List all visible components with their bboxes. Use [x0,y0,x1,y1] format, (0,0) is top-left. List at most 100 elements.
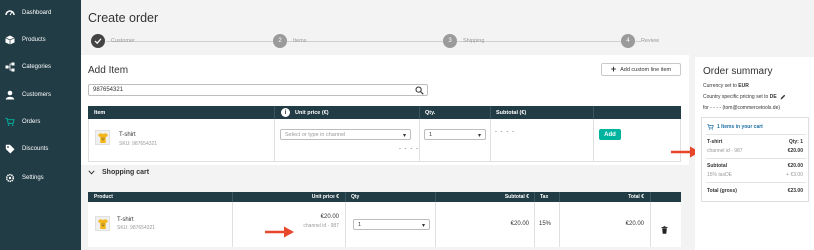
product-name: T-shirt [119,132,136,138]
divider [534,202,535,247]
summary-item-name: T-shirt [707,139,723,145]
info-icon[interactable]: i [281,108,290,117]
qty-value: 1 [429,131,433,138]
divider [419,119,420,162]
add-item-table-header: Item i Unit price (€) Qty. Subtotal (€) [88,106,681,119]
cart-icon [707,124,714,130]
add-button[interactable]: Add [599,129,621,140]
divider [232,202,233,247]
step-2-circle: 2 [273,34,287,48]
product-thumbnail [95,130,110,145]
divider [650,192,651,202]
divider [593,119,594,162]
chevron-down-icon: ▾ [402,133,406,139]
product-thumbnail [95,216,110,231]
chevron-down-icon: ▾ [477,133,481,139]
summary-item-qty: Qty: 1 [788,139,803,145]
sidebar-item-discounts[interactable]: Discounts [0,140,81,158]
user-icon [5,90,15,100]
add-custom-line-item-button[interactable]: + Add custom line item [601,63,681,76]
divider [345,192,346,202]
sidebar-item-products[interactable]: Products [0,31,81,49]
shopping-cart-toggle[interactable]: Shopping cart [88,169,149,176]
sidebar-item-customers[interactable]: Customers [0,86,81,104]
sidebar-item-dashboard[interactable]: Dashboard [0,4,81,22]
divider [559,192,560,202]
step-3-label: Shipping [463,38,485,44]
cart-subtotal: €20.00 [510,221,529,227]
search-input[interactable]: 987654321 [88,84,428,96]
col-unit-price: Unit price € [311,194,339,200]
cart-table: Product Unit price € Qty Subtotal € Tax … [88,192,681,247]
cart-icon [5,117,15,127]
gear-icon [5,173,15,183]
tax-label: 15% taxDE [707,172,733,178]
cart-qty-select[interactable]: 1 ▾ [353,219,430,230]
step-3-circle: 3 [443,34,457,48]
items-in-cart-link[interactable]: 1 Items in your cart [707,124,763,130]
currency-line: Currency set to EUR [703,83,749,89]
cube-icon [5,35,15,45]
product-name: T-shirt [117,217,134,223]
col-item: Item [94,109,106,116]
price-channel-placeholder: Select or type in channel [285,131,346,138]
divider [419,106,420,119]
tax-value: + €3.00 [786,172,803,178]
divider [706,158,806,159]
country-line: Country specific pricing set to DE [703,94,786,100]
step-1-label: Customer [111,38,135,44]
divider [650,202,651,247]
add-custom-line-item-label: Add custom line item [620,66,672,73]
sidebar: Dashboard Products Categories Customers … [0,0,81,250]
order-summary-panel: Order summary Currency set to EUR Countr… [695,57,814,250]
divider [435,202,436,247]
currency-value: EUR [738,83,749,89]
sidebar-item-label: Settings [22,175,44,181]
price-channel-select[interactable]: Select or type in channel ▾ [280,129,411,140]
sidebar-item-label: Categories [22,64,52,70]
unit-price-value: - - - - [399,146,419,152]
sidebar-item-label: Dashboard [22,10,52,16]
customer-line: for - - - - (tom@commercetools.de) [703,105,781,111]
divider [345,202,346,247]
sidebar-item-orders[interactable]: Orders [0,113,81,131]
sidebar-item-label: Customers [22,92,52,98]
order-summary-title: Order summary [703,66,773,77]
divider [559,202,560,247]
product-sku: SKU: 987654321 [117,225,156,231]
currency-prefix: Currency set to [703,83,739,89]
subtotal-value: - - - - [495,129,515,135]
divider [534,192,535,202]
divider [232,192,233,202]
edit-icon[interactable] [780,94,786,100]
sidebar-item-categories[interactable]: Categories [0,58,81,76]
divider [490,119,491,162]
divider [435,192,436,202]
col-tax: Tax [540,194,549,200]
subtotal-label: Subtotal [707,163,727,169]
search-icon[interactable] [415,86,424,95]
trash-icon[interactable] [661,221,668,239]
summary-item-channel: channel id - 987 [707,148,743,154]
page-title: Create order [88,11,159,25]
cart-unit-price: €20.00 [320,214,339,220]
step-4-circle: 4 [621,34,635,48]
tag-icon [5,144,15,154]
divider [274,106,275,119]
divider [274,119,275,162]
col-total: Total € [628,194,644,200]
items-in-cart-label: 1 Items in your cart [717,124,763,130]
col-subtotal: Subtotal € [504,194,529,200]
sidebar-item-settings[interactable]: Settings [0,169,81,187]
divider [706,134,806,135]
shopping-cart-title: Shopping cart [102,169,150,176]
step-1-circle [91,34,105,48]
col-qty: Qty. [425,109,436,116]
add-item-panel: Add Item + Add custom line item 98765432… [81,55,689,250]
annotation-arrow [265,226,294,238]
cart-total: €20.00 [625,221,644,227]
qty-select[interactable]: 1 ▾ [424,129,486,140]
sidebar-item-label: Products [22,37,46,43]
country-prefix: Country specific pricing set to [703,94,770,100]
divider [593,106,594,119]
